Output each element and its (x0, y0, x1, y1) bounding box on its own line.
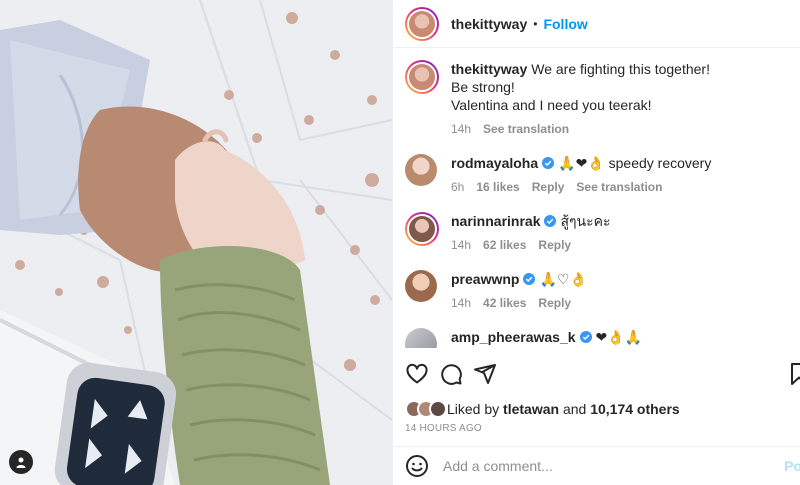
caption-line-1: We are fighting this together! (531, 61, 710, 77)
post-image (0, 0, 392, 485)
author-username[interactable]: thekittyway (451, 16, 527, 32)
comment-item: rodmayaloha 🙏❤👌 speedy recovery 6h 16 lik… (393, 154, 800, 196)
caption-avatar[interactable] (405, 60, 439, 94)
comment-username[interactable]: amp_pheerawas_k (451, 329, 576, 345)
likes-joiner: and (562, 401, 587, 417)
comment-text: สู้ๆนะคะ (560, 213, 611, 229)
post-panel: thekittyway • Follow thekittyway We are f… (392, 0, 800, 485)
heart-icon[interactable] (405, 362, 429, 386)
comments-list[interactable]: thekittyway We are fighting this together… (393, 48, 800, 348)
verified-icon (579, 331, 592, 343)
smiley-icon[interactable] (405, 454, 429, 478)
post-actions (393, 362, 800, 392)
comment-likes[interactable]: 62 likes (483, 236, 526, 254)
comment-likes[interactable]: 16 likes (476, 178, 519, 196)
likes-count[interactable]: 10,174 others (590, 401, 680, 417)
post-header: thekittyway • Follow (393, 0, 800, 48)
comment-text: 🙏♡👌 (539, 271, 587, 287)
comment-input[interactable] (443, 458, 763, 474)
share-icon[interactable] (473, 362, 497, 386)
liker-avatars (405, 400, 447, 418)
commenter-avatar[interactable] (405, 212, 439, 246)
comment-item: amp_pheerawas_k ❤👌🙏 (393, 328, 800, 348)
bookmark-icon[interactable] (787, 362, 800, 386)
see-translation-link[interactable]: See translation (483, 120, 569, 138)
commenter-avatar[interactable] (405, 154, 437, 186)
verified-icon (523, 273, 536, 285)
comment-item: preawwnp 🙏♡👌 14h 42 likes Reply (393, 270, 800, 312)
reply-button[interactable]: Reply (538, 236, 571, 254)
separator-dot: • (533, 16, 538, 31)
follow-button[interactable]: Follow (543, 16, 587, 32)
post-comment-button[interactable]: Po (784, 458, 800, 474)
caption-time[interactable]: 14h (451, 120, 471, 138)
reply-button[interactable]: Reply (538, 294, 571, 312)
comment-time[interactable]: 14h (451, 294, 471, 312)
user-tag-icon (16, 457, 26, 468)
caption-username[interactable]: thekittyway (451, 61, 527, 77)
comment-text: 🙏❤👌 speedy recovery (558, 155, 712, 171)
comment-icon[interactable] (439, 362, 463, 386)
user-tag-button[interactable] (9, 450, 33, 474)
reply-button[interactable]: Reply (532, 178, 565, 196)
post-photo[interactable] (0, 0, 392, 485)
caption-line-2: Be strong! (451, 79, 515, 95)
comment-text: ❤👌🙏 (595, 329, 643, 345)
caption-line-3: Valentina and I need you teerak! (451, 97, 652, 113)
verified-icon (542, 157, 555, 169)
liked-by-label: Liked by (447, 401, 500, 417)
see-translation-link[interactable]: See translation (576, 178, 662, 196)
likes-summary[interactable]: Liked by tletawan and 10,174 others (405, 400, 680, 418)
liker-username[interactable]: tletawan (503, 401, 559, 417)
comment-item: narinnarinrak สู้ๆนะคะ 14h 62 likes Reply (393, 212, 800, 254)
add-comment-bar: Po (393, 446, 800, 485)
comment-username[interactable]: rodmayaloha (451, 155, 538, 171)
author-avatar[interactable] (405, 6, 439, 41)
verified-icon (544, 215, 557, 227)
comment-time[interactable]: 6h (451, 178, 464, 196)
comment-username[interactable]: preawwnp (451, 271, 519, 287)
commenter-avatar[interactable] (405, 270, 437, 302)
post-timestamp[interactable]: 14 HOURS AGO (405, 423, 482, 434)
commenter-avatar[interactable] (405, 328, 437, 348)
caption: thekittyway We are fighting this together… (393, 60, 800, 138)
comment-username[interactable]: narinnarinrak (451, 213, 540, 229)
comment-time[interactable]: 14h (451, 236, 471, 254)
comment-likes[interactable]: 42 likes (483, 294, 526, 312)
